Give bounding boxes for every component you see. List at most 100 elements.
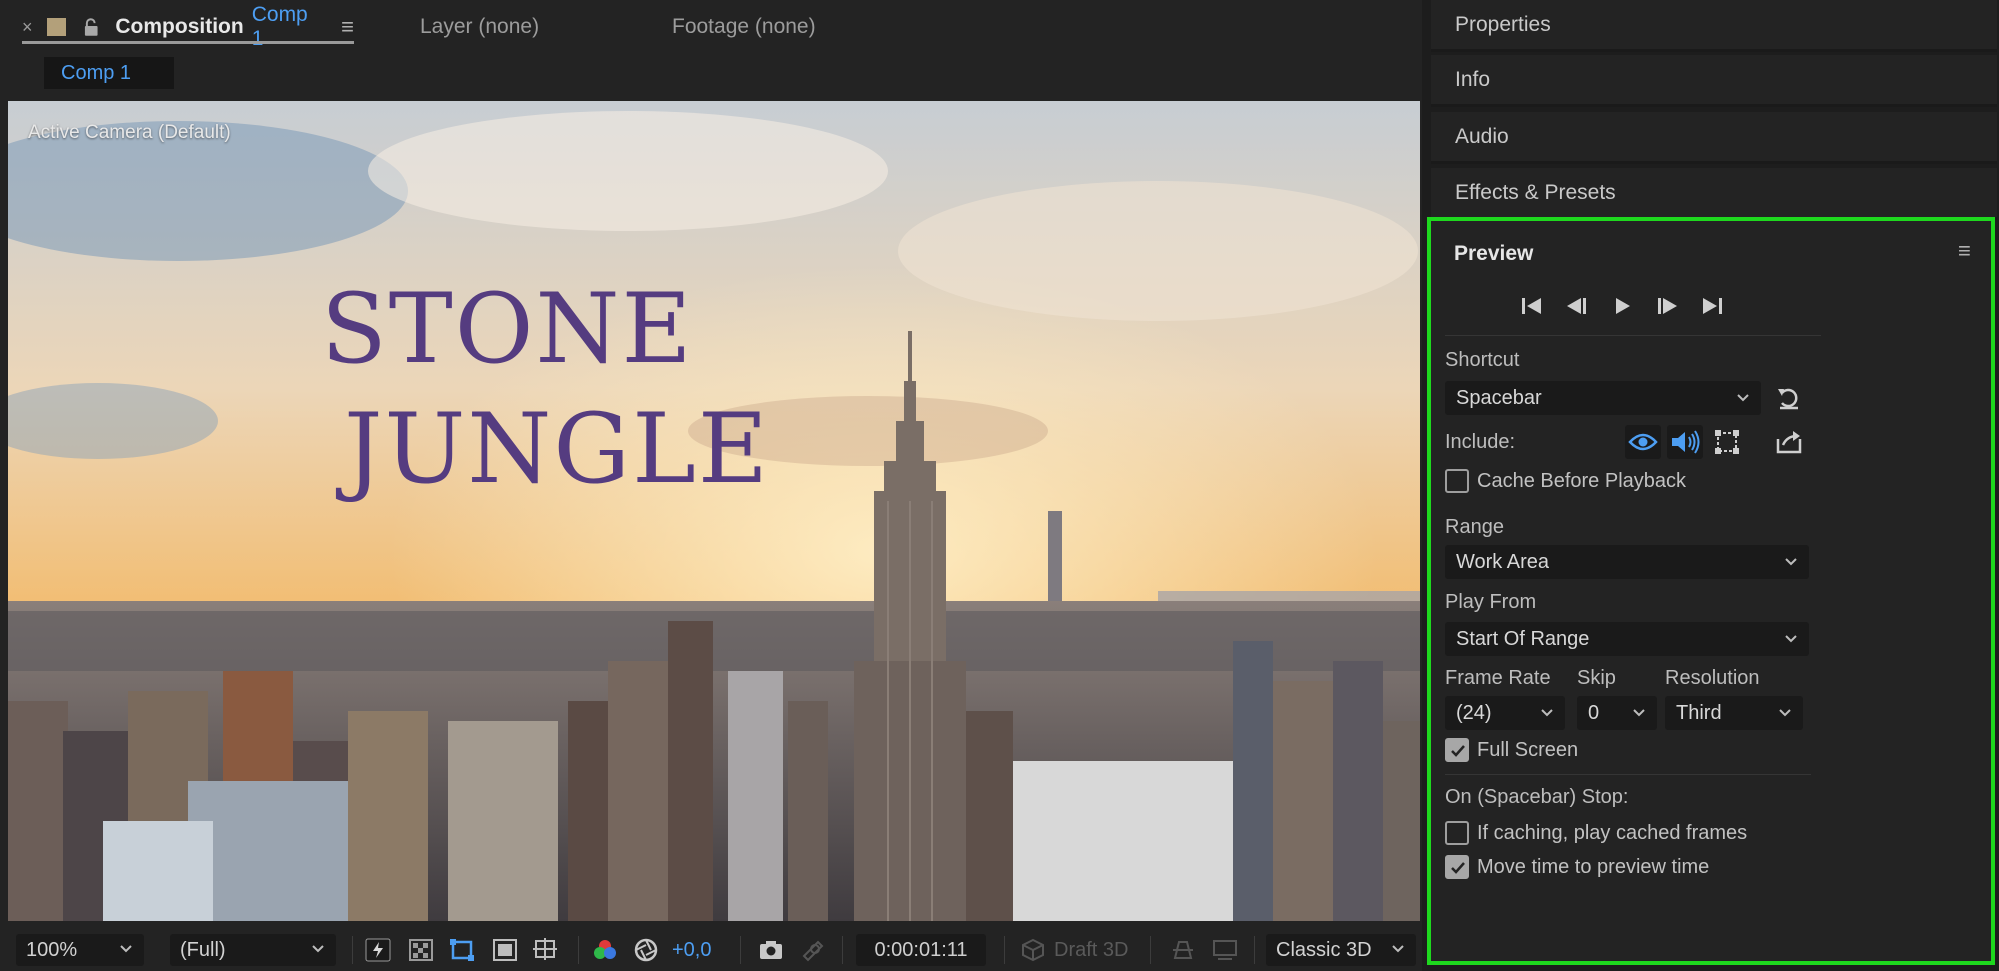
- toolbar-divider: [1004, 936, 1005, 964]
- frame-rate-label: Frame Rate: [1445, 667, 1551, 689]
- magnification-dropdown[interactable]: 100%: [16, 934, 144, 966]
- properties-panel-header[interactable]: Properties: [1431, 0, 1997, 52]
- tab-composition-label: Composition: [115, 15, 244, 38]
- include-video-toggle[interactable]: [1625, 425, 1661, 459]
- composition-viewer[interactable]: Active Camera (Default) STONE JUNGLE: [8, 101, 1420, 921]
- composition-tab-bar: × Composition Comp 1 ≡ Layer (none) Foot…: [0, 0, 1422, 52]
- comp-color-swatch-icon: [46, 18, 66, 36]
- active-camera-label: Active Camera (Default): [28, 122, 231, 143]
- chevron-down-icon: [1392, 945, 1404, 953]
- extended-viewer-icon[interactable]: [1170, 938, 1196, 962]
- checkbox-box: [1445, 469, 1469, 493]
- mask-path-visibility-icon[interactable]: [449, 938, 475, 962]
- composition-navigator: Comp 1: [0, 52, 1422, 96]
- toolbar-divider: [352, 936, 353, 964]
- full-screen-checkbox[interactable]: Full Screen: [1445, 736, 1578, 764]
- checkbox-box: [1445, 821, 1469, 845]
- shortcut-select[interactable]: Spacebar: [1445, 381, 1761, 415]
- shortcut-label: Shortcut: [1445, 349, 1520, 371]
- checkmark-icon: [1451, 862, 1465, 874]
- resolution-select[interactable]: Third: [1665, 696, 1803, 730]
- fast-previews-icon[interactable]: [365, 938, 391, 962]
- shortcut-value: Spacebar: [1456, 386, 1542, 409]
- step-forward-icon: [1658, 298, 1677, 314]
- chevron-down-icon: [1779, 709, 1791, 717]
- play-button[interactable]: [1607, 293, 1637, 319]
- skip-select[interactable]: 0: [1577, 696, 1657, 730]
- chevron-down-icon: [1541, 709, 1553, 717]
- tab-footage[interactable]: Footage (none): [672, 10, 816, 44]
- overlay-frame-icon: [1715, 430, 1739, 454]
- camera-snapshot-icon[interactable]: [758, 938, 784, 962]
- tab-composition[interactable]: × Composition Comp 1 ≡: [22, 3, 354, 50]
- play-icon: [1616, 298, 1630, 314]
- reset-exposure-icon[interactable]: [633, 938, 659, 962]
- close-tab-icon[interactable]: ×: [22, 17, 33, 38]
- include-overlays-toggle[interactable]: [1709, 425, 1745, 459]
- audio-panel-header[interactable]: Audio: [1431, 112, 1997, 164]
- export-preview-button[interactable]: [1771, 425, 1807, 459]
- tab-layer[interactable]: Layer (none): [420, 10, 539, 44]
- magnification-value: 100%: [26, 938, 78, 961]
- toolbar-divider: [578, 936, 579, 964]
- chevron-down-icon: [312, 945, 324, 953]
- include-label: Include:: [1445, 431, 1516, 453]
- move-time-checkbox[interactable]: Move time to preview time: [1445, 853, 1709, 881]
- ground-plane-icon[interactable]: [1212, 938, 1238, 962]
- panel-menu-icon[interactable]: ≡: [341, 14, 354, 40]
- first-frame-button[interactable]: [1517, 293, 1547, 319]
- divider: [1445, 774, 1811, 775]
- step-back-icon: [1567, 298, 1586, 314]
- comp-1-chip[interactable]: Comp 1: [44, 57, 174, 89]
- title-text-line-2[interactable]: JUNGLE: [344, 401, 770, 497]
- skip-value: 0: [1588, 701, 1600, 724]
- checkbox-box: [1445, 855, 1469, 879]
- city-skyline-image: [8, 101, 1420, 921]
- chevron-down-icon: [1785, 558, 1797, 566]
- title-text-line-1[interactable]: STONE: [321, 281, 694, 377]
- range-value: Work Area: [1456, 550, 1549, 573]
- exposure-value[interactable]: +0,0: [672, 936, 711, 964]
- reset-icon: [1778, 388, 1798, 410]
- reset-shortcut-button[interactable]: [1771, 381, 1807, 415]
- panel-menu-icon[interactable]: ≡: [1958, 238, 1971, 264]
- checkmark-icon: [1451, 745, 1465, 757]
- previous-frame-button[interactable]: [1562, 293, 1592, 319]
- draft-3d-label[interactable]: Draft 3D: [1054, 936, 1128, 964]
- renderer-value: Classic 3D: [1276, 938, 1372, 961]
- resolution-dropdown[interactable]: (Full): [170, 934, 336, 966]
- cache-before-playback-checkbox[interactable]: Cache Before Playback: [1445, 467, 1686, 495]
- if-caching-checkbox[interactable]: If caching, play cached frames: [1445, 819, 1747, 847]
- on-stop-label: On (Spacebar) Stop:: [1445, 786, 1629, 808]
- toolbar-divider: [1254, 936, 1255, 964]
- speaker-icon: [1672, 430, 1700, 454]
- cache-before-playback-label: Cache Before Playback: [1477, 469, 1687, 492]
- next-frame-button[interactable]: [1652, 293, 1682, 319]
- draft-3d-icon[interactable]: [1020, 938, 1046, 962]
- frame-rate-select[interactable]: (24): [1445, 696, 1565, 730]
- renderer-dropdown[interactable]: Classic 3D: [1266, 934, 1416, 966]
- toolbar-divider: [1150, 936, 1151, 964]
- skip-to-end-icon: [1703, 298, 1722, 314]
- info-panel-header[interactable]: Info: [1431, 55, 1997, 107]
- last-frame-button[interactable]: [1697, 293, 1727, 319]
- range-label: Range: [1445, 516, 1504, 538]
- play-from-label: Play From: [1445, 591, 1537, 613]
- resolution-value: (Full): [180, 938, 226, 961]
- toolbar-divider: [842, 936, 843, 964]
- transparency-grid-icon[interactable]: [408, 938, 434, 962]
- show-snapshot-icon[interactable]: [800, 938, 826, 962]
- include-audio-toggle[interactable]: [1667, 425, 1703, 459]
- current-time-display[interactable]: 0:00:01:11: [856, 934, 986, 966]
- eye-icon: [1628, 433, 1658, 451]
- unlock-icon[interactable]: [82, 17, 101, 37]
- export-icon: [1776, 431, 1802, 454]
- range-select[interactable]: Work Area: [1445, 545, 1809, 579]
- effects-presets-panel-header[interactable]: Effects & Presets: [1431, 168, 1997, 220]
- move-time-label: Move time to preview time: [1477, 855, 1710, 878]
- region-of-interest-icon[interactable]: [492, 938, 518, 962]
- preview-panel-title: Preview: [1454, 242, 1534, 265]
- show-channel-icon[interactable]: [592, 938, 618, 962]
- grid-guides-icon[interactable]: [533, 938, 559, 962]
- play-from-select[interactable]: Start Of Range: [1445, 622, 1809, 656]
